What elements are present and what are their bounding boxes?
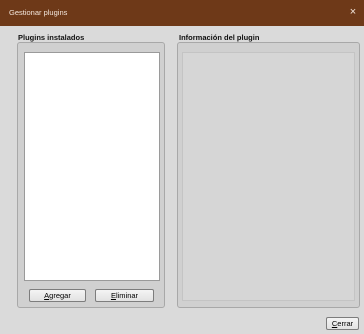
title-bar: Gestionar plugins × [0,0,364,26]
add-button[interactable]: Agregar [29,289,86,302]
close-button[interactable]: Cerrar [326,317,359,330]
remove-button[interactable]: Eliminar [95,289,154,302]
installed-plugins-label: Plugins instalados [18,33,85,42]
installed-plugins-list[interactable] [24,52,160,281]
plugin-info-label: Información del plugin [179,33,260,42]
installed-plugins-panel: Agregar Eliminar [17,42,165,308]
close-icon[interactable]: × [347,6,359,18]
window-title: Gestionar plugins [9,8,68,17]
plugin-info-content [182,52,355,301]
plugin-info-panel [177,42,360,308]
dialog-body: Plugins instalados Agregar Eliminar Info… [0,26,364,334]
